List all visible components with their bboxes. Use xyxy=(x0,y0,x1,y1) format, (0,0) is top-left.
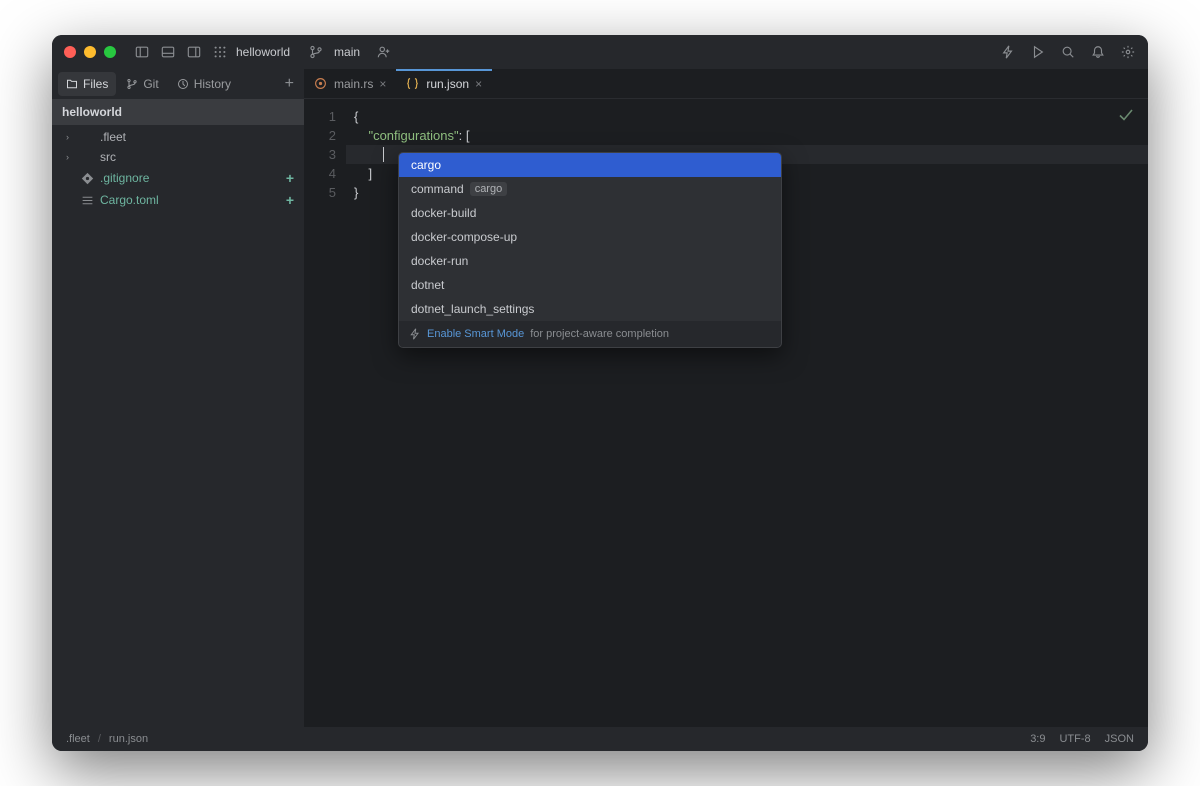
status-bar: .fleet / run.json 3:9 UTF-8 JSON xyxy=(52,727,1148,751)
completion-label: dotnet xyxy=(411,278,444,292)
completion-item[interactable]: docker-run xyxy=(399,249,781,273)
completion-label: dotnet_launch_settings xyxy=(411,302,534,316)
status-path-segment[interactable]: run.json xyxy=(109,733,148,745)
branch-name[interactable]: main xyxy=(334,45,360,59)
enable-smart-mode-link[interactable]: Enable Smart Mode xyxy=(427,328,524,340)
tab-label: main.rs xyxy=(334,77,373,91)
bolt-icon[interactable] xyxy=(1000,44,1016,60)
window-controls xyxy=(64,46,116,58)
sidebar-tabs: Files Git History + xyxy=(52,69,304,99)
rust-icon xyxy=(314,77,328,91)
sidebar-tab-label: Git xyxy=(143,77,158,91)
modified-badge: + xyxy=(286,192,294,208)
gutter: 12345 xyxy=(304,99,346,727)
code-line[interactable]: "configurations": [ xyxy=(346,126,1148,145)
chevron-right-icon: › xyxy=(66,132,74,142)
completion-popup: cargo command cargo docker-build docker-comp… xyxy=(398,152,782,348)
code-line[interactable]: { xyxy=(346,107,1148,126)
completion-item[interactable]: dotnet_launch_settings xyxy=(399,297,781,321)
close-tab-icon[interactable]: × xyxy=(475,77,482,91)
editor-tabs: main.rs × run.json × xyxy=(304,69,1148,99)
folder-icon xyxy=(80,150,94,164)
folder-icon xyxy=(80,130,94,144)
tab-label: run.json xyxy=(426,77,469,91)
project-root[interactable]: helloworld xyxy=(52,99,304,125)
editor-area: main.rs × run.json × 12345 { "configuration… xyxy=(304,69,1148,727)
modified-badge: + xyxy=(286,170,294,186)
search-icon[interactable] xyxy=(1060,44,1076,60)
completion-item[interactable]: command cargo xyxy=(399,177,781,201)
completion-item[interactable]: dotnet xyxy=(399,273,781,297)
add-user-icon[interactable] xyxy=(376,44,392,60)
editor-tab[interactable]: main.rs × xyxy=(304,69,396,98)
sidebar-tab-git[interactable]: Git xyxy=(118,72,166,96)
encoding[interactable]: UTF-8 xyxy=(1059,733,1090,745)
minimize-window-dot[interactable] xyxy=(84,46,96,58)
language-mode[interactable]: JSON xyxy=(1105,733,1134,745)
titlebar: helloworld main xyxy=(52,35,1148,69)
tree-item-label: .fleet xyxy=(100,130,126,144)
tree-item[interactable]: › .fleet xyxy=(52,127,304,147)
tree-item[interactable]: › src xyxy=(52,147,304,167)
completion-label: docker-build xyxy=(411,206,476,220)
editor-tab[interactable]: run.json × xyxy=(396,69,492,98)
chevron-right-icon: › xyxy=(66,152,74,162)
completion-label: command xyxy=(411,182,464,196)
ide-window: helloworld main Files Git xyxy=(52,35,1148,751)
code-editor[interactable]: 12345 { "configurations": [ ]} cargocomm… xyxy=(304,99,1148,727)
add-sidebar-tab-button[interactable]: + xyxy=(281,71,298,97)
completion-label: cargo xyxy=(411,158,441,172)
play-icon[interactable] xyxy=(1030,44,1046,60)
file-icon xyxy=(80,171,94,185)
completion-item[interactable]: docker-build xyxy=(399,201,781,225)
tree-item[interactable]: Cargo.toml + xyxy=(52,189,304,211)
panel-right-icon[interactable] xyxy=(186,44,202,60)
tree-item-label: Cargo.toml xyxy=(100,193,159,207)
sidebar-tab-files[interactable]: Files xyxy=(58,72,116,96)
close-window-dot[interactable] xyxy=(64,46,76,58)
cursor-position[interactable]: 3:9 xyxy=(1030,733,1045,745)
close-tab-icon[interactable]: × xyxy=(379,77,386,91)
completion-item[interactable]: cargo xyxy=(399,153,781,177)
completion-item[interactable]: docker-compose-up xyxy=(399,225,781,249)
completion-label: docker-compose-up xyxy=(411,230,517,244)
status-path-segment[interactable]: .fleet xyxy=(66,733,90,745)
bell-icon[interactable] xyxy=(1090,44,1106,60)
completion-label: docker-run xyxy=(411,254,468,268)
panel-bottom-icon[interactable] xyxy=(160,44,176,60)
grid-icon[interactable] xyxy=(212,44,228,60)
sidebar: Files Git History + helloworld › .fleet › s… xyxy=(52,69,304,727)
json-icon xyxy=(406,77,420,91)
maximize-window-dot[interactable] xyxy=(104,46,116,58)
tree-item-label: src xyxy=(100,150,116,164)
checkmark-icon xyxy=(1118,107,1134,128)
branch-icon xyxy=(308,44,324,60)
sidebar-tab-history[interactable]: History xyxy=(169,72,239,96)
file-tree: › .fleet › src .gitignore + Cargo.toml + xyxy=(52,125,304,213)
sidebar-tab-label: Files xyxy=(83,77,108,91)
completion-hint: cargo xyxy=(470,182,508,196)
tree-item-label: .gitignore xyxy=(100,171,149,185)
file-icon xyxy=(80,193,94,207)
completion-footer: Enable Smart Mode for project-aware comp… xyxy=(399,321,781,347)
tree-item[interactable]: .gitignore + xyxy=(52,167,304,189)
path-separator: / xyxy=(98,733,101,745)
gear-icon[interactable] xyxy=(1120,44,1136,60)
sidebar-tab-label: History xyxy=(194,77,231,91)
completion-footer-text: for project-aware completion xyxy=(530,328,669,340)
panel-left-icon[interactable] xyxy=(134,44,150,60)
project-name[interactable]: helloworld xyxy=(236,45,290,59)
